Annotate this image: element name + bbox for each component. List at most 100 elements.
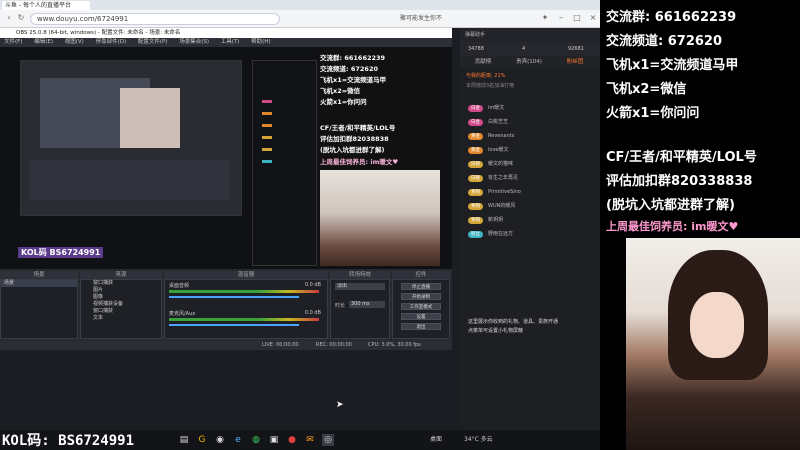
list-item[interactable]: 粉丝 野雨在远方 (468, 228, 513, 240)
list-item[interactable]: 黄金 Revenants (468, 130, 514, 142)
fan-badge: 白银 (468, 175, 483, 182)
volume-slider[interactable] (169, 296, 299, 298)
controls-panel: 停止直播 开始录制 工作室模式 设置 退出 (392, 279, 450, 339)
sources-dock-title: 来源 (80, 271, 162, 279)
username: PrimitiveSino (488, 189, 521, 195)
username: love暖文 (488, 147, 509, 153)
overlay-cf-line: (脱坑入坑都进群了解) (606, 198, 735, 213)
close-icon[interactable]: × (588, 13, 598, 23)
menu-item-scene-collection[interactable]: 场景集合(S) (179, 39, 209, 45)
list-item[interactable]: 青铜 WUN的暖风 (468, 200, 515, 212)
sources-list[interactable]: 窗口捕获 图片 图像 视频捕获设备 窗口捕获 文本 (80, 279, 162, 339)
source-item[interactable]: 图像 (81, 294, 161, 301)
badge-mark (262, 136, 272, 139)
notice-line: 与我的距离: 21% (466, 73, 506, 79)
nested-chat-panel (252, 60, 317, 266)
wechat-icon[interactable]: ◍ (250, 434, 262, 446)
source-item[interactable]: 窗口捕获 (81, 308, 161, 315)
record-icon[interactable]: ● (286, 434, 298, 446)
menu-item-tools[interactable]: 工具(T) (221, 39, 240, 45)
volume-slider[interactable] (169, 324, 299, 326)
transition-select[interactable]: 淡出 (335, 283, 385, 290)
transition-duration-input[interactable]: 300 ms (349, 301, 385, 308)
online-count: 4 (522, 46, 526, 52)
edge-icon[interactable]: e (232, 434, 244, 446)
overlay-cf-line: 评估加扣群820338838 (606, 174, 753, 189)
extension-icon[interactable]: ✦ (540, 13, 550, 23)
minimize-icon[interactable]: – (556, 13, 566, 23)
tab-fan-club[interactable]: 粉丝团 (552, 56, 598, 68)
overlay-top-fan: 上周最佳饲养员: im暖文♥ (320, 158, 399, 166)
username: 野雨在远方 (488, 231, 514, 237)
overlay-channel-line: 交流频道: 672620 (606, 34, 722, 49)
desktop-label[interactable]: 桌面 (430, 436, 442, 443)
fan-badge: 白银 (468, 161, 483, 168)
address-bar[interactable]: www.douyu.com/6724991 (30, 13, 280, 25)
mail-icon[interactable]: ✉ (304, 434, 316, 446)
live-time: LIVE: 00:00:00 (262, 342, 299, 348)
studio-mode-button[interactable]: 工作室模式 (401, 303, 441, 310)
username: 有生之年再见 (488, 175, 519, 181)
scenes-dock-title: 场景 (0, 271, 78, 279)
browser-tab[interactable]: 斗鱼 - 每个人的直播平台 (2, 1, 90, 10)
settings-button[interactable]: 设置 (401, 313, 441, 320)
scene-item[interactable]: 场景 (1, 280, 77, 287)
list-item[interactable]: 白银 暖文的猫咪 (468, 158, 513, 170)
promo-text[interactable]: 聚可能发生你不 (400, 14, 470, 24)
fan-badge: 黄金 (468, 147, 483, 154)
folder-icon[interactable]: ▤ (178, 434, 190, 446)
chat-stats: 34788 4 92681 (460, 42, 600, 56)
overlay-line: 火箭x1=你问问 (320, 98, 367, 106)
menu-item-view[interactable]: 视图(V) (65, 39, 84, 45)
scenes-list[interactable]: 场景 (0, 279, 78, 339)
source-item[interactable]: 图片 (81, 287, 161, 294)
mixer-channel-name: 桌面音频 (169, 283, 190, 289)
overlay-cf: 评估加扣群82038838 (320, 135, 389, 143)
system-tray: 桌面 34°C 多云 (430, 434, 493, 443)
mixer-channel-db: 0.0 dB (304, 282, 321, 288)
menu-item-help[interactable]: 帮助(H) (251, 39, 270, 45)
steam-icon[interactable]: ◉ (214, 434, 226, 446)
menu-item-file[interactable]: 文件(F) (4, 39, 22, 45)
fan-badge: 白金 (468, 105, 483, 112)
username: 新玥玥 (488, 217, 504, 223)
g-app-icon[interactable]: G (196, 434, 208, 446)
badge-mark (262, 124, 272, 127)
list-item[interactable]: 白金 im暖文 (468, 102, 504, 114)
overlay-cf: CF/王者/和平精英/LOL号 (320, 124, 396, 132)
badge-mark (262, 100, 272, 103)
kol-code-tag: KOL码 BS6724991 (18, 247, 104, 258)
browser-tab-bar (0, 0, 600, 10)
tab-vip[interactable]: 贵宾(104) (506, 56, 552, 68)
back-icon[interactable]: ‹ (4, 13, 14, 23)
menu-item-docks[interactable]: 停靠部件(D) (96, 39, 127, 45)
list-item[interactable]: 青铜 新玥玥 (468, 214, 503, 226)
app-icon[interactable]: ▣ (268, 434, 280, 446)
maximize-icon[interactable]: □ (572, 13, 582, 23)
list-item[interactable]: 白金 白桃芝芝 (468, 116, 508, 128)
start-recording-button[interactable]: 开始录制 (401, 293, 441, 300)
source-item[interactable]: 文本 (81, 315, 161, 322)
username: Revenants (488, 133, 515, 139)
badge-mark (262, 112, 272, 115)
stop-streaming-button[interactable]: 停止直播 (401, 283, 441, 290)
kol-code-banner: KOL码: BS6724991 (2, 433, 135, 449)
fan-badge: 青铜 (468, 203, 483, 210)
source-item[interactable]: 窗口捕获 (81, 280, 161, 287)
obs-icon[interactable]: ◎ (322, 434, 334, 446)
source-item[interactable]: 视频捕获设备 (81, 301, 161, 308)
overlay-line: 交流频道: 672620 (320, 65, 378, 73)
menu-item-edit[interactable]: 编辑(E) (34, 39, 53, 45)
list-item[interactable]: 青铜 PrimitiveSino (468, 186, 521, 198)
exit-button[interactable]: 退出 (401, 323, 441, 330)
menu-item-profile[interactable]: 配置文件(P) (138, 39, 168, 45)
overlay-plane2-line: 飞机x2=微信 (606, 82, 687, 97)
fan-badge: 粉丝 (468, 231, 483, 238)
weather-widget[interactable]: 34°C 多云 (464, 436, 493, 443)
overlay-rocket-line: 火箭x1=你问问 (606, 106, 700, 121)
tab-contribution[interactable]: 贡献榜 (460, 56, 506, 68)
list-item[interactable]: 黄金 love暖文 (468, 144, 508, 156)
list-item[interactable]: 白银 有生之年再见 (468, 172, 518, 184)
refresh-icon[interactable]: ↻ (16, 13, 26, 23)
fan-badge: 青铜 (468, 189, 483, 196)
